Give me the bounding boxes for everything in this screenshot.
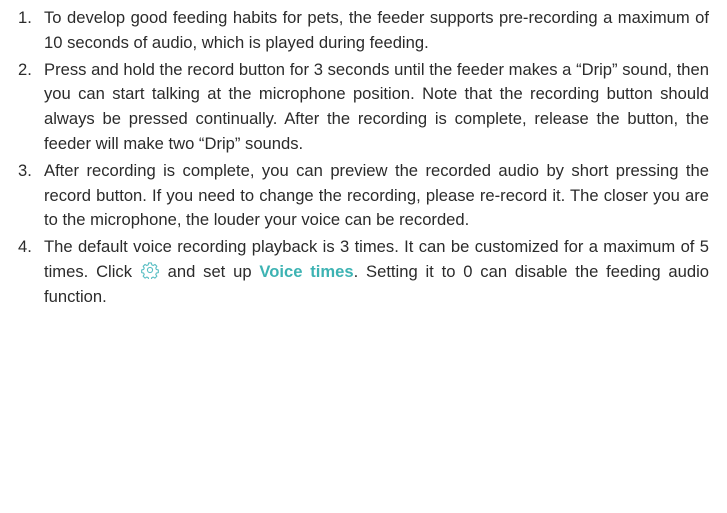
instruction-item-3: 3. After recording is complete, you can … bbox=[18, 159, 709, 233]
item-text-part-b: and set up bbox=[159, 261, 260, 281]
item-number: 1. bbox=[18, 8, 32, 27]
item-number: 2. bbox=[18, 59, 32, 79]
instruction-item-2: 2. Press and hold the record button for … bbox=[18, 58, 709, 157]
item-text: After recording is complete, you can pre… bbox=[44, 160, 709, 230]
instruction-item-4: 4. The default voice recording playback … bbox=[18, 235, 709, 309]
item-text: Press and hold the record button for 3 s… bbox=[44, 59, 709, 153]
item-number: 3. bbox=[18, 160, 32, 180]
instruction-item-1: 1. To develop good feeding habits for pe… bbox=[18, 6, 709, 56]
instructions-document: 1. To develop good feeding habits for pe… bbox=[0, 0, 727, 310]
item-number: 4. bbox=[18, 237, 32, 257]
item-text: To develop good feeding habits for pets,… bbox=[44, 8, 709, 52]
settings-gear-icon bbox=[140, 261, 159, 281]
voice-times-highlight: Voice times bbox=[259, 261, 354, 281]
